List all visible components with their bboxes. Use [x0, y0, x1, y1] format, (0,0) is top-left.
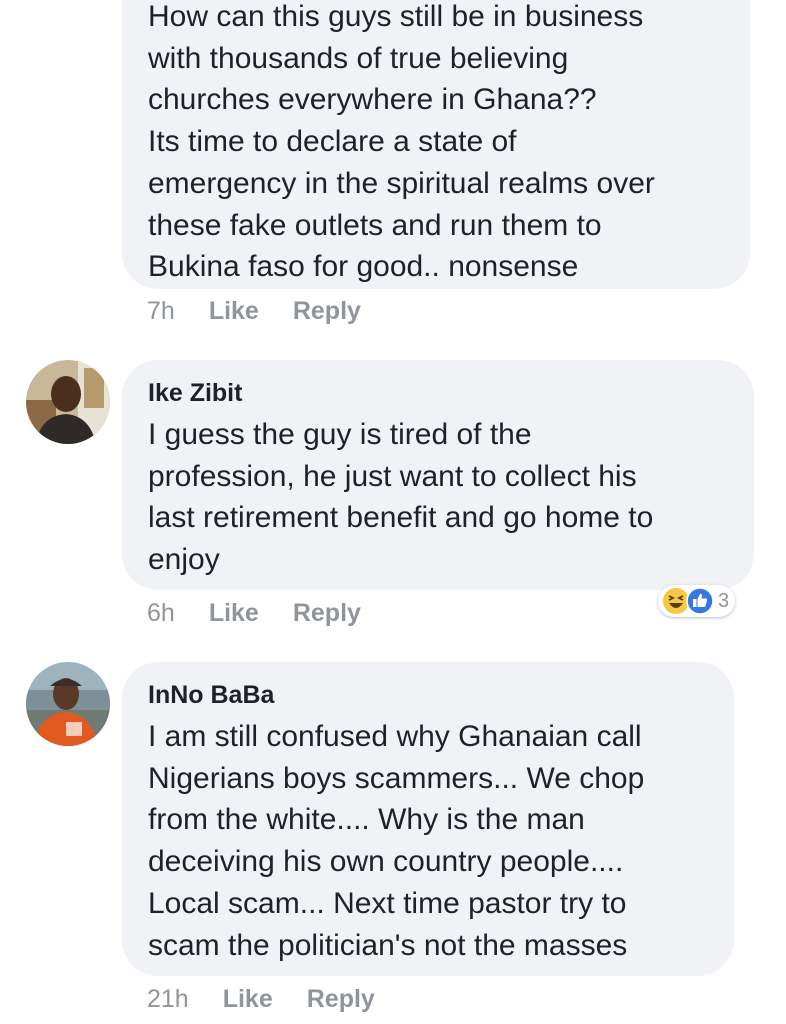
comment-bubble: How can this guys still be in business w… — [122, 0, 750, 289]
reply-button[interactable]: Reply — [307, 985, 375, 1014]
comment-timestamp: 7h — [147, 296, 175, 325]
reactions-summary[interactable]: 3 — [658, 585, 736, 617]
comments-thread: How can this guys still be in business w… — [0, 0, 786, 1024]
like-icon — [686, 587, 714, 615]
avatar[interactable] — [26, 360, 110, 444]
comment-author[interactable]: Ike Zibit — [148, 378, 728, 408]
like-button[interactable]: Like — [223, 985, 273, 1014]
comment-item: Ike Zibit I guess the guy is tired of th… — [0, 360, 786, 650]
reaction-count: 3 — [718, 589, 730, 612]
comment-bubble: Ike Zibit I guess the guy is tired of th… — [122, 360, 754, 590]
comment-bubble: InNo BaBa I am still confused why Ghanai… — [122, 662, 734, 976]
comment-item: InNo BaBa I am still confused why Ghanai… — [0, 662, 786, 1024]
comment-timestamp: 6h — [147, 598, 175, 627]
comment-text: How can this guys still be in business w… — [148, 0, 655, 284]
comment-timestamp: 21h — [147, 984, 189, 1013]
comment-text: I guess the guy is tired of the professi… — [148, 418, 654, 577]
comment-text: I am still confused why Ghanaian call Ni… — [148, 720, 645, 962]
reply-button[interactable]: Reply — [293, 297, 361, 326]
comment-author[interactable]: InNo BaBa — [148, 680, 708, 710]
reply-button[interactable]: Reply — [293, 599, 361, 628]
comment-actions: 7h Like Reply — [147, 296, 361, 326]
like-button[interactable]: Like — [209, 599, 259, 628]
avatar[interactable] — [26, 662, 110, 746]
comment-item: How can this guys still be in business w… — [0, 0, 786, 340]
like-button[interactable]: Like — [209, 297, 259, 326]
comment-actions: 6h Like Reply — [147, 598, 361, 628]
comment-actions: 21h Like Reply — [147, 984, 375, 1014]
